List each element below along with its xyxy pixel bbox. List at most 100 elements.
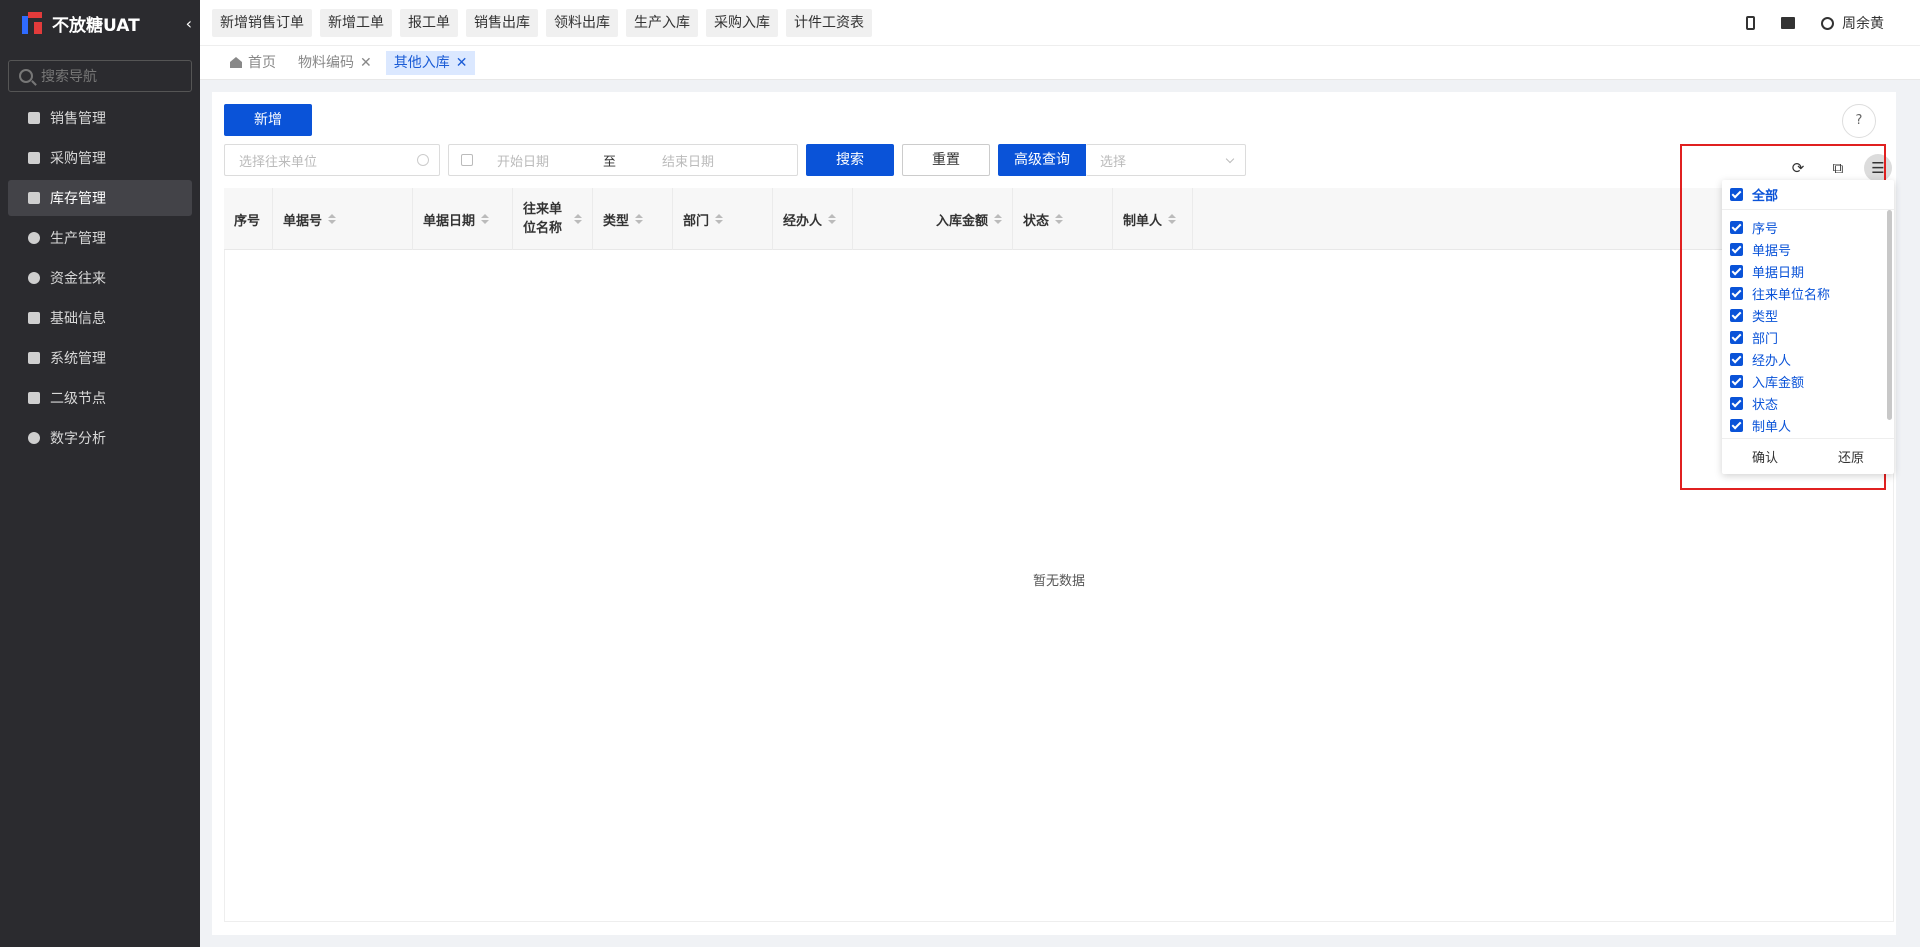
top-right-tools: 周余黄 — [1746, 0, 1884, 46]
sidebar-item-label: 二级节点 — [50, 391, 106, 407]
column-header-creator[interactable]: 制单人 — [1113, 188, 1193, 250]
help-icon[interactable]: ? — [1842, 104, 1876, 138]
restore-button[interactable]: 还原 — [1838, 447, 1864, 466]
sidebar-item-secondary-node[interactable]: 二级节点 — [8, 380, 192, 416]
checkbox-checked-icon — [1730, 220, 1743, 234]
checkbox-checked-icon — [1730, 374, 1743, 388]
checkbox-checked-icon — [1730, 188, 1743, 201]
sidebar-item-label: 采购管理 — [50, 151, 106, 167]
sidebar-item-finance[interactable]: 资金往来 — [8, 260, 192, 296]
column-title: 入库金额 — [935, 213, 988, 229]
tab-label: 首页 — [248, 54, 276, 71]
partner-select[interactable]: 选择往来单位 — [224, 144, 440, 176]
query-select-placeholder: 选择 — [1100, 154, 1127, 170]
column-header-type[interactable]: 类型 — [593, 188, 673, 250]
column-header-doc-date[interactable]: 单据日期 — [413, 188, 513, 250]
top-bar: 新增销售订单 新增工单 报工单 销售出库 领料出库 生产入库 采购入库 计件工资… — [200, 0, 1920, 46]
sort-icon[interactable] — [828, 214, 837, 224]
sort-icon[interactable] — [994, 214, 1002, 224]
sort-icon[interactable] — [481, 214, 490, 224]
mobile-icon[interactable] — [1746, 16, 1755, 30]
sort-icon[interactable] — [715, 214, 724, 224]
sidebar-item-label: 资金往来 — [50, 271, 106, 287]
column-option-label: 序号 — [1752, 221, 1779, 237]
column-option-label: 经办人 — [1752, 353, 1792, 369]
column-option[interactable]: 入库金额 — [1722, 370, 1890, 392]
quick-link-new-sales-order[interactable]: 新增销售订单 — [212, 8, 312, 37]
sort-icon[interactable] — [574, 214, 582, 224]
search-icon — [19, 69, 33, 83]
production-icon — [28, 232, 40, 244]
nav-search-input[interactable]: 搜索导航 — [8, 60, 192, 92]
date-range-picker[interactable]: 开始日期 至 结束日期 — [448, 144, 798, 176]
column-option[interactable]: 状态 — [1722, 392, 1890, 414]
sort-icon[interactable] — [635, 214, 644, 224]
user-menu[interactable]: 周余黄 — [1821, 13, 1884, 33]
quick-link-sales-outbound[interactable]: 销售出库 — [466, 8, 538, 37]
column-option[interactable]: 制单人 — [1722, 414, 1890, 436]
sidebar-item-label: 系统管理 — [50, 351, 106, 367]
tab-label: 其他入库 — [393, 54, 450, 71]
column-header-department[interactable]: 部门 — [673, 188, 773, 250]
sidebar-item-analytics[interactable]: 数字分析 — [8, 420, 192, 456]
close-icon[interactable]: ✕ — [360, 51, 372, 75]
column-header-amount[interactable]: 入库金额 — [853, 188, 1013, 250]
start-date-placeholder: 开始日期 — [497, 154, 550, 170]
app-header: 不放糖UAT ‹ — [0, 0, 200, 46]
close-icon[interactable]: ✕ — [456, 51, 468, 75]
column-option[interactable]: 单据日期 — [1722, 260, 1890, 282]
quick-link-purchase-inbound[interactable]: 采购入库 — [706, 8, 778, 37]
column-option[interactable]: 单据号 — [1722, 238, 1890, 260]
select-all-checkbox[interactable]: 全部 — [1722, 180, 1894, 210]
quick-link-new-work-order[interactable]: 新增工单 — [320, 8, 392, 37]
quick-link-work-report[interactable]: 报工单 — [400, 8, 458, 37]
cart-icon — [28, 152, 40, 164]
tab-home[interactable]: 首页 — [222, 51, 284, 75]
tab-other-inbound[interactable]: 其他入库 ✕ — [385, 50, 476, 75]
column-settings-panel: 全部 序号 单据号 单据日期 往来单位名称 类型 部门 经办人 入库金额 状态 … — [1722, 180, 1894, 474]
end-date-placeholder: 结束日期 — [662, 154, 715, 170]
reset-button[interactable]: 重置 — [902, 144, 990, 176]
search-button[interactable]: 搜索 — [806, 144, 894, 176]
sidebar-item-system[interactable]: 系统管理 — [8, 340, 192, 376]
sidebar-item-purchase[interactable]: 采购管理 — [8, 140, 192, 176]
column-option[interactable]: 经办人 — [1722, 348, 1890, 370]
collapse-sidebar-icon[interactable]: ‹ — [186, 14, 192, 33]
add-button[interactable]: 新增 — [224, 104, 312, 136]
column-header-partner[interactable]: 往来单位名称 — [513, 188, 593, 250]
column-option[interactable]: 部门 — [1722, 326, 1890, 348]
home-icon — [230, 57, 242, 68]
sort-icon[interactable] — [1055, 214, 1064, 224]
column-title: 类型 — [603, 213, 630, 229]
quick-link-material-outbound[interactable]: 领料出库 — [546, 8, 618, 37]
column-option[interactable]: 类型 — [1722, 304, 1890, 326]
empty-state: 暂无数据 — [1032, 574, 1085, 589]
panel-footer: 确认 还原 — [1722, 438, 1894, 474]
quick-link-production-inbound[interactable]: 生产入库 — [626, 8, 698, 37]
sidebar-item-inventory[interactable]: 库存管理 — [8, 180, 192, 216]
warehouse-icon — [28, 192, 40, 204]
main-content: 新增 ? 选择往来单位 开始日期 至 结束日期 搜索 重置 高级查询 选择 序号… — [212, 92, 1896, 935]
sidebar-item-sales[interactable]: 销售管理 — [8, 100, 192, 136]
dashboard-icon[interactable] — [1781, 17, 1795, 29]
confirm-button[interactable]: 确认 — [1752, 447, 1778, 466]
sort-icon[interactable] — [328, 214, 337, 224]
partner-select-placeholder: 选择往来单位 — [239, 154, 318, 170]
panel-scrollbar[interactable] — [1887, 210, 1892, 420]
column-option[interactable]: 序号 — [1722, 216, 1890, 238]
column-header-status[interactable]: 状态 — [1013, 188, 1113, 250]
query-select[interactable]: 选择 — [1086, 144, 1246, 176]
column-title: 状态 — [1023, 213, 1050, 229]
chevron-down-icon — [1225, 154, 1235, 164]
sort-icon[interactable] — [1168, 214, 1177, 224]
sidebar-item-basic-info[interactable]: 基础信息 — [8, 300, 192, 336]
advanced-query-button[interactable]: 高级查询 — [998, 144, 1086, 176]
quick-link-piece-wage[interactable]: 计件工资表 — [786, 8, 872, 37]
sidebar-item-production[interactable]: 生产管理 — [8, 220, 192, 256]
tab-material-code[interactable]: 物料编码 ✕ — [290, 51, 380, 75]
column-header-handler[interactable]: 经办人 — [773, 188, 853, 250]
column-header-doc-no[interactable]: 单据号 — [273, 188, 413, 250]
tab-label: 物料编码 — [298, 54, 354, 71]
column-option[interactable]: 往来单位名称 — [1722, 282, 1890, 304]
table-body: 暂无数据 — [224, 250, 1894, 922]
